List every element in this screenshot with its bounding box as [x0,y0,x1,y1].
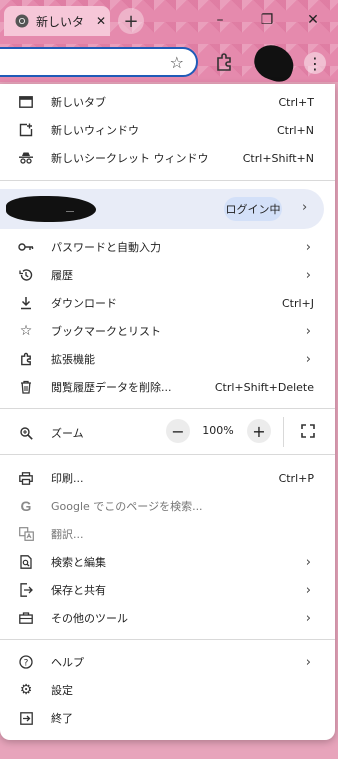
menu-item-clear-browsing-data[interactable]: 閲覧履歴データを削除... Ctrl+Shift+Delete [0,373,335,401]
menu-item-save-share[interactable]: 保存と共有 › [0,576,335,604]
menu-shortcut: Ctrl+P [278,471,314,485]
browser-tab[interactable]: 新しいタ ✕ [4,6,110,36]
menu-item-translate[interactable]: 翻訳... [0,520,335,548]
menu-item-bookmarks[interactable]: ☆ ブックマークとリスト › [0,317,335,345]
exit-icon [18,710,34,726]
tab-title: 新しいタ [36,14,84,29]
history-icon [18,267,34,283]
close-window-button[interactable]: ✕ [302,9,324,31]
print-icon [18,470,34,486]
submenu-arrow-icon: › [302,200,308,215]
menu-label: 設定 [51,684,73,697]
zoom-separator [283,417,284,447]
menu-label: 新しいウィンドウ [51,124,139,137]
submenu-arrow-icon: › [305,351,311,367]
divider [0,408,335,409]
incognito-icon [18,150,34,166]
settings-icon: ⚙ [19,682,33,698]
menu-label: 新しいシークレット ウィンドウ [51,152,209,165]
menu-item-help[interactable]: ? ヘルプ › [0,648,335,676]
submenu-arrow-icon: › [305,323,311,339]
zoom-out-button[interactable]: − [166,419,190,443]
submenu-arrow-icon: › [305,610,311,626]
menu-label: 翻訳... [51,528,84,541]
kebab-menu-icon[interactable]: ⋮ [304,52,326,74]
svg-text:?: ? [24,659,29,669]
menu-item-exit[interactable]: 終了 [0,704,335,732]
submenu-arrow-icon: › [305,554,311,570]
menu-label: 新しいタブ [51,96,106,109]
trash-icon [18,379,34,395]
zoom-value: 100% [202,424,234,437]
menu-shortcut: Ctrl+Shift+N [242,151,314,165]
divider [0,639,335,640]
find-icon [18,554,34,570]
star-icon: ☆ [19,323,33,339]
profile-dash [66,211,74,212]
menu-shortcut: Ctrl+Shift+Delete [214,380,314,394]
menu-label: 終了 [51,712,73,725]
menu-shortcut: Ctrl+T [278,95,314,109]
chrome-logo-icon [14,13,30,29]
menu-item-print[interactable]: 印刷... Ctrl+P [0,464,335,492]
minimize-button[interactable]: – [209,9,231,31]
submenu-arrow-icon: › [305,654,311,670]
menu-label: 保存と共有 [51,584,106,597]
new-tab-icon [18,94,34,110]
menu-item-find-edit[interactable]: 検索と編集 › [0,548,335,576]
menu-label: 閲覧履歴データを削除... [51,381,172,394]
menu-item-zoom: ズーム − 100% + [0,417,335,447]
menu-item-settings[interactable]: ⚙ 設定 [0,676,335,704]
key-icon [18,239,34,255]
new-window-icon [18,122,34,138]
help-icon: ? [18,654,34,670]
menu-label: ブックマークとリスト [51,325,161,338]
menu-item-history[interactable]: 履歴 › [0,261,335,289]
toolbox-icon [18,610,34,626]
menu-label: 拡張機能 [51,353,95,366]
zoom-label: ズーム [51,427,84,440]
menu-item-new-tab[interactable]: 新しいタブ Ctrl+T [0,88,335,116]
new-tab-button[interactable]: + [118,8,144,34]
menu-label: 印刷... [51,472,84,485]
signed-in-badge: ログイン中 [224,197,282,221]
menu-label: Google でこのページを検索... [51,500,203,513]
extensions-icon [18,351,34,367]
menu-item-more-tools[interactable]: その他のツール › [0,604,335,632]
menu-label: 履歴 [51,269,73,282]
divider [0,454,335,455]
menu-label: その他のツール [51,612,128,625]
menu-label: ダウンロード [51,297,117,310]
submenu-arrow-icon: › [305,267,311,283]
menu-item-new-window[interactable]: 新しいウィンドウ Ctrl+N [0,116,335,144]
zoom-in-button[interactable]: + [247,419,271,443]
menu-shortcut: Ctrl+N [276,123,314,137]
save-share-icon [18,582,34,598]
menu-shortcut: Ctrl+J [281,296,314,310]
menu-label: パスワードと自動入力 [51,241,161,254]
bookmark-star-icon[interactable]: ☆ [170,53,184,72]
submenu-arrow-icon: › [305,239,311,255]
menu-item-extensions[interactable]: 拡張機能 › [0,345,335,373]
fullscreen-icon[interactable] [294,419,322,443]
menu-item-google-search-page[interactable]: G Google でこのページを検索... [0,492,335,520]
menu-item-downloads[interactable]: ダウンロード Ctrl+J [0,289,335,317]
menu-label: 検索と編集 [51,556,106,569]
menu-item-passwords[interactable]: パスワードと自動入力 › [0,233,335,261]
zoom-icon [18,425,34,441]
chrome-menu: 新しいタブ Ctrl+T 新しいウィンドウ Ctrl+N 新しいシークレット ウ… [0,84,335,740]
translate-icon [18,526,34,542]
restore-button[interactable]: ❐ [256,9,278,31]
google-icon: G [20,498,32,514]
menu-item-incognito[interactable]: 新しいシークレット ウィンドウ Ctrl+Shift+N [0,144,335,172]
tab-close-icon[interactable]: ✕ [96,14,106,28]
submenu-arrow-icon: › [305,582,311,598]
address-bar[interactable]: ☆ [0,47,198,77]
download-icon [18,295,34,311]
divider [0,180,335,181]
extensions-puzzle-icon[interactable] [214,52,234,72]
profile-name-redacted [6,196,96,222]
menu-label: ヘルプ [51,656,84,669]
